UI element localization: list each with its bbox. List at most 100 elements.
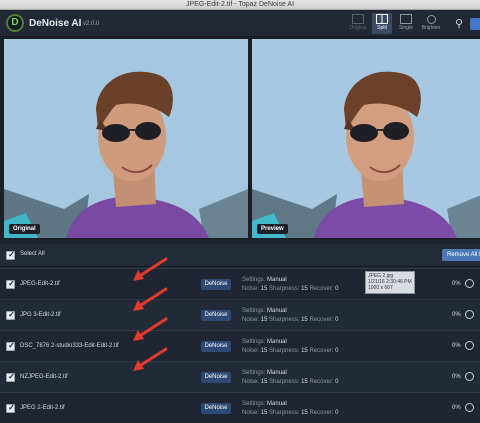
recover-value: 0	[335, 286, 339, 292]
row-radio[interactable]	[465, 310, 474, 319]
view-single-button[interactable]: Single	[396, 13, 416, 34]
sharpness-value: 15	[301, 379, 308, 385]
app-version: v2.0.0	[83, 21, 100, 27]
noise-label: Noise:	[242, 348, 260, 354]
noise-value: 15	[260, 379, 268, 385]
app-toolbar: D DeNoise AI v2.0.0 Original Split Singl…	[0, 10, 480, 37]
row-checkbox[interactable]: ✓	[6, 372, 15, 382]
recover-label: Recover:	[309, 410, 334, 416]
denoise-button[interactable]: DeNoise	[201, 341, 231, 352]
row-radio[interactable]	[465, 372, 474, 381]
noise-value: 15	[260, 317, 268, 323]
recover-value: 0	[335, 410, 339, 416]
check-icon: ✓	[8, 341, 15, 350]
check-icon: ✓	[8, 310, 15, 319]
view-original-label: Original	[349, 25, 367, 31]
settings-info: Settings: Manual Noise: 15 Sharpness: 15…	[242, 338, 338, 356]
list-item[interactable]: ✓ NZJPEG-Edit-2.tif DeNoise Settings: Ma…	[0, 361, 480, 392]
noise-label: Noise:	[242, 410, 260, 416]
check-icon: ✓	[8, 279, 15, 288]
annotation-arrow-icon	[133, 257, 168, 281]
annotation-arrow-icon	[133, 317, 168, 341]
recover-label: Recover:	[309, 286, 334, 292]
list-header: ✓ Select All Remove All Images	[0, 244, 480, 267]
sharpness-label: Sharpness:	[269, 379, 300, 385]
annotation-arrow-icon	[133, 347, 168, 371]
settings-info: Settings: Manual Noise: 15 Sharpness: 15…	[242, 369, 338, 387]
window-titlebar: JPEG-Edit-2.tif - Topaz DeNoise AI	[0, 0, 480, 10]
denoise-button[interactable]: DeNoise	[201, 403, 231, 414]
portrait-image-original	[4, 39, 248, 238]
noise-label: Noise:	[242, 317, 260, 323]
denoise-button[interactable]: DeNoise	[201, 279, 231, 290]
view-original-button[interactable]: Original	[348, 13, 368, 34]
settings-mode: Manual	[267, 370, 287, 376]
view-single-label: Single	[399, 25, 413, 31]
settings-prefix: Settings:	[242, 401, 266, 407]
preview-pane[interactable]: Preview	[252, 39, 480, 238]
view-brighten-label: Brighten	[421, 25, 441, 31]
portrait-image-preview	[252, 39, 480, 238]
list-item[interactable]: ✓ DSC_7876 2-studio333-Edit-Edit-2.tif D…	[0, 330, 480, 361]
file-name: JPEG 2-Edit-2.tif	[20, 405, 65, 411]
file-name: DSC_7876 2-studio333-Edit-Edit-2.tif	[20, 343, 119, 349]
app-logo-icon: D	[6, 14, 24, 32]
row-radio[interactable]	[465, 403, 474, 412]
image-list: ✓ Select All Remove All Images ✓ JPEG-Ed…	[0, 244, 480, 423]
save-button[interactable]	[470, 18, 480, 30]
settings-prefix: Settings:	[242, 308, 266, 314]
sharpness-value: 15	[301, 286, 308, 292]
split-view-icon	[376, 14, 388, 24]
list-item[interactable]: ✓ JPEG 2-Edit-2.tif DeNoise Settings: Ma…	[0, 392, 480, 423]
settings-info: Settings: Manual Noise: 15 Sharpness: 15…	[242, 307, 338, 325]
view-brighten-button[interactable]: Brighten	[421, 13, 441, 34]
denoise-button[interactable]: DeNoise	[201, 372, 231, 383]
list-item[interactable]: ✓ JPG 3-Edit-2.tif DeNoise Settings: Man…	[0, 299, 480, 330]
brighten-icon	[426, 15, 436, 24]
window-title: JPEG-Edit-2.tif - Topaz DeNoise AI	[185, 1, 295, 8]
recover-label: Recover:	[309, 317, 334, 323]
sharpness-label: Sharpness:	[269, 410, 300, 416]
search-icon[interactable]: ⚲	[455, 18, 467, 30]
sharpness-value: 15	[301, 317, 308, 323]
remove-all-button[interactable]: Remove All Images	[442, 249, 480, 261]
sharpness-label: Sharpness:	[269, 348, 300, 354]
file-name: JPG 3-Edit-2.tif	[20, 312, 61, 318]
original-pane[interactable]: Original	[4, 39, 248, 238]
check-icon: ✓	[8, 403, 15, 412]
row-checkbox[interactable]: ✓	[6, 310, 15, 320]
recover-value: 0	[335, 379, 339, 385]
row-radio[interactable]	[465, 341, 474, 350]
settings-info: Settings: Manual Noise: 15 Sharpness: 15…	[242, 276, 338, 294]
sharpness-value: 15	[301, 348, 308, 354]
progress-percent: 0%	[452, 281, 461, 287]
row-checkbox[interactable]: ✓	[6, 403, 15, 413]
select-all-checkbox[interactable]: ✓	[6, 250, 15, 260]
app-name: DeNoise AI	[29, 18, 82, 29]
single-view-icon	[400, 14, 412, 24]
recover-label: Recover:	[309, 379, 334, 385]
progress-percent: 0%	[452, 405, 461, 411]
progress-percent: 0%	[452, 374, 461, 380]
settings-mode: Manual	[267, 308, 287, 314]
sharpness-value: 15	[301, 410, 308, 416]
denoise-button[interactable]: DeNoise	[201, 310, 231, 321]
sharpness-label: Sharpness:	[269, 286, 300, 292]
settings-prefix: Settings:	[242, 339, 266, 345]
original-view-icon	[352, 14, 364, 24]
row-checkbox[interactable]: ✓	[6, 279, 15, 289]
recover-value: 0	[335, 348, 339, 354]
sharpness-label: Sharpness:	[269, 317, 300, 323]
row-checkbox[interactable]: ✓	[6, 341, 15, 351]
view-split-label: Split	[377, 25, 387, 31]
noise-label: Noise:	[242, 286, 260, 292]
check-icon: ✓	[8, 250, 15, 259]
view-split-button[interactable]: Split	[372, 13, 392, 34]
annotation-arrow-icon	[133, 287, 168, 311]
noise-label: Noise:	[242, 379, 260, 385]
recover-value: 0	[335, 317, 339, 323]
tooltip-dimensions: 1000 x 667	[368, 285, 393, 291]
check-icon: ✓	[8, 372, 15, 381]
app-logo-letter: D	[11, 17, 19, 28]
row-radio[interactable]	[465, 279, 474, 288]
